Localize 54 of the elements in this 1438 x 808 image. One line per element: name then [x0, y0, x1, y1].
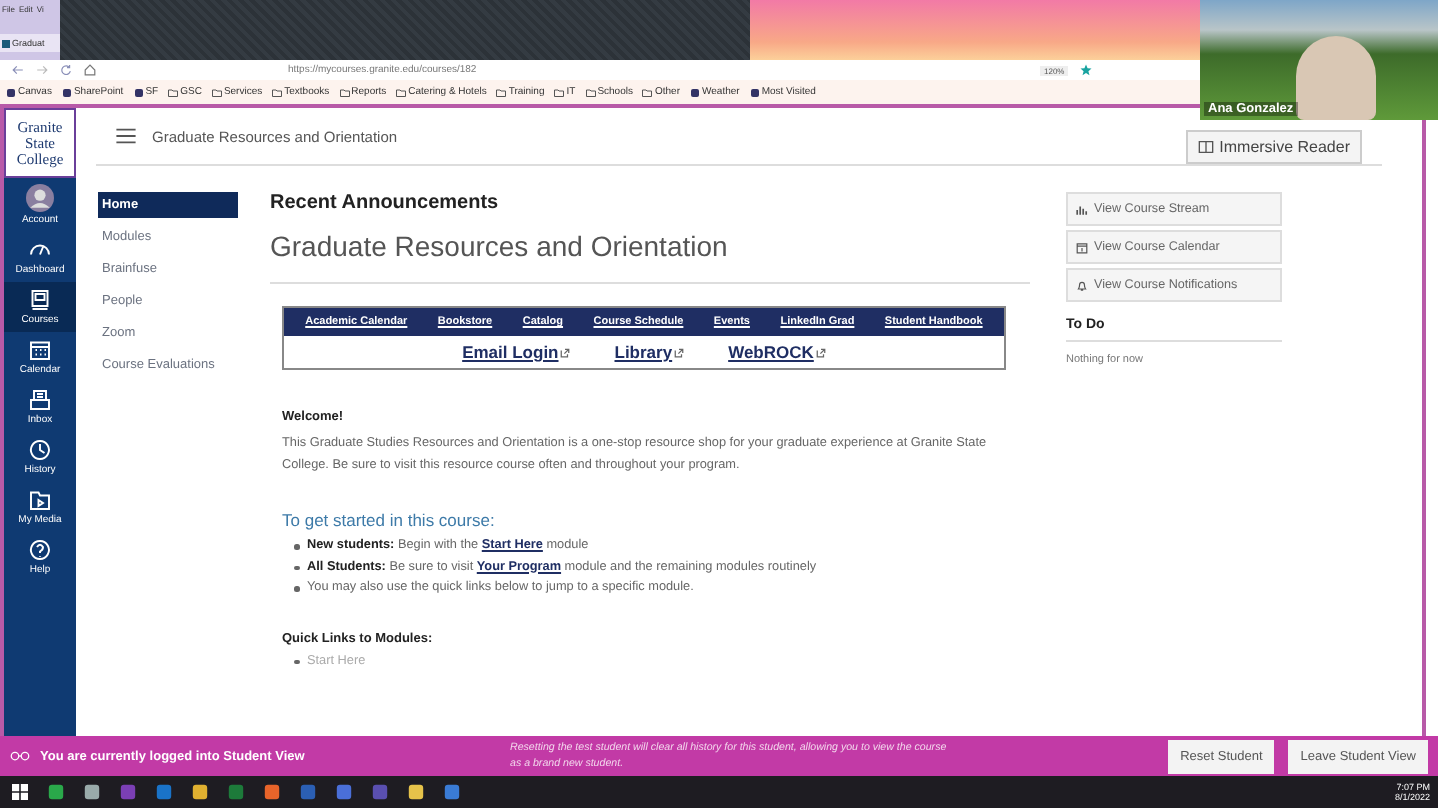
external-link-icon: [560, 347, 571, 357]
nav-icon: [28, 488, 52, 512]
bell-icon: [1076, 279, 1088, 291]
folder-icon: [396, 87, 407, 97]
external-link[interactable]: WebROCK: [728, 342, 826, 362]
favicon-icon: [2, 39, 10, 47]
external-link-icon: [815, 347, 826, 357]
app-icon[interactable]: [444, 784, 460, 800]
immersive-reader-button[interactable]: Immersive Reader: [1185, 129, 1362, 163]
folder-icon: [585, 87, 596, 97]
section-heading: To get started in this course:: [282, 510, 497, 530]
book-icon: [1197, 139, 1214, 153]
app-icon[interactable]: [408, 784, 424, 800]
back-icon[interactable]: [12, 64, 24, 76]
folder-icon: [168, 87, 179, 97]
nav-icon: [28, 288, 52, 312]
home-icon[interactable]: [84, 64, 96, 76]
section-heading: Recent Announcements: [270, 192, 501, 214]
start-icon[interactable]: [12, 784, 28, 800]
bullet-icon: [294, 659, 299, 664]
site-icon: [61, 87, 72, 97]
folder-icon: [496, 87, 507, 97]
bullet-icon: [294, 565, 299, 570]
app-icon[interactable]: [48, 784, 64, 800]
menu-icon[interactable]: [116, 128, 136, 144]
bullet-icon: [294, 586, 299, 591]
app-icon[interactable]: [84, 784, 100, 800]
folder-icon: [339, 87, 350, 97]
nav-icon: [28, 388, 52, 412]
external-link[interactable]: Library: [614, 342, 685, 362]
star-icon[interactable]: [1080, 64, 1093, 76]
folder-icon: [642, 87, 653, 97]
external-link-icon: [674, 347, 685, 357]
site-icon: [749, 87, 760, 97]
person-silhouette: [1296, 36, 1376, 120]
avatar-icon: [26, 184, 54, 212]
page-title: Graduate Resources and Orientation: [270, 230, 1030, 284]
site-icon: [6, 87, 16, 97]
folder-icon: [211, 87, 222, 97]
site-icon: [133, 87, 144, 97]
chart-icon: [1076, 203, 1088, 215]
folder-icon: [272, 87, 283, 97]
bullet-icon: [294, 544, 299, 549]
app-icon[interactable]: [264, 784, 280, 800]
folder-icon: [554, 87, 565, 97]
nav-icon: [28, 338, 52, 362]
site-icon: [690, 87, 700, 97]
calendar-icon: [1076, 241, 1088, 253]
nav-icon: [28, 538, 52, 562]
external-link[interactable]: Email Login: [462, 342, 571, 362]
glasses-icon: [10, 750, 30, 762]
reload-icon[interactable]: [60, 64, 72, 76]
app-icon[interactable]: [192, 784, 208, 800]
nav-icon: [28, 438, 52, 462]
